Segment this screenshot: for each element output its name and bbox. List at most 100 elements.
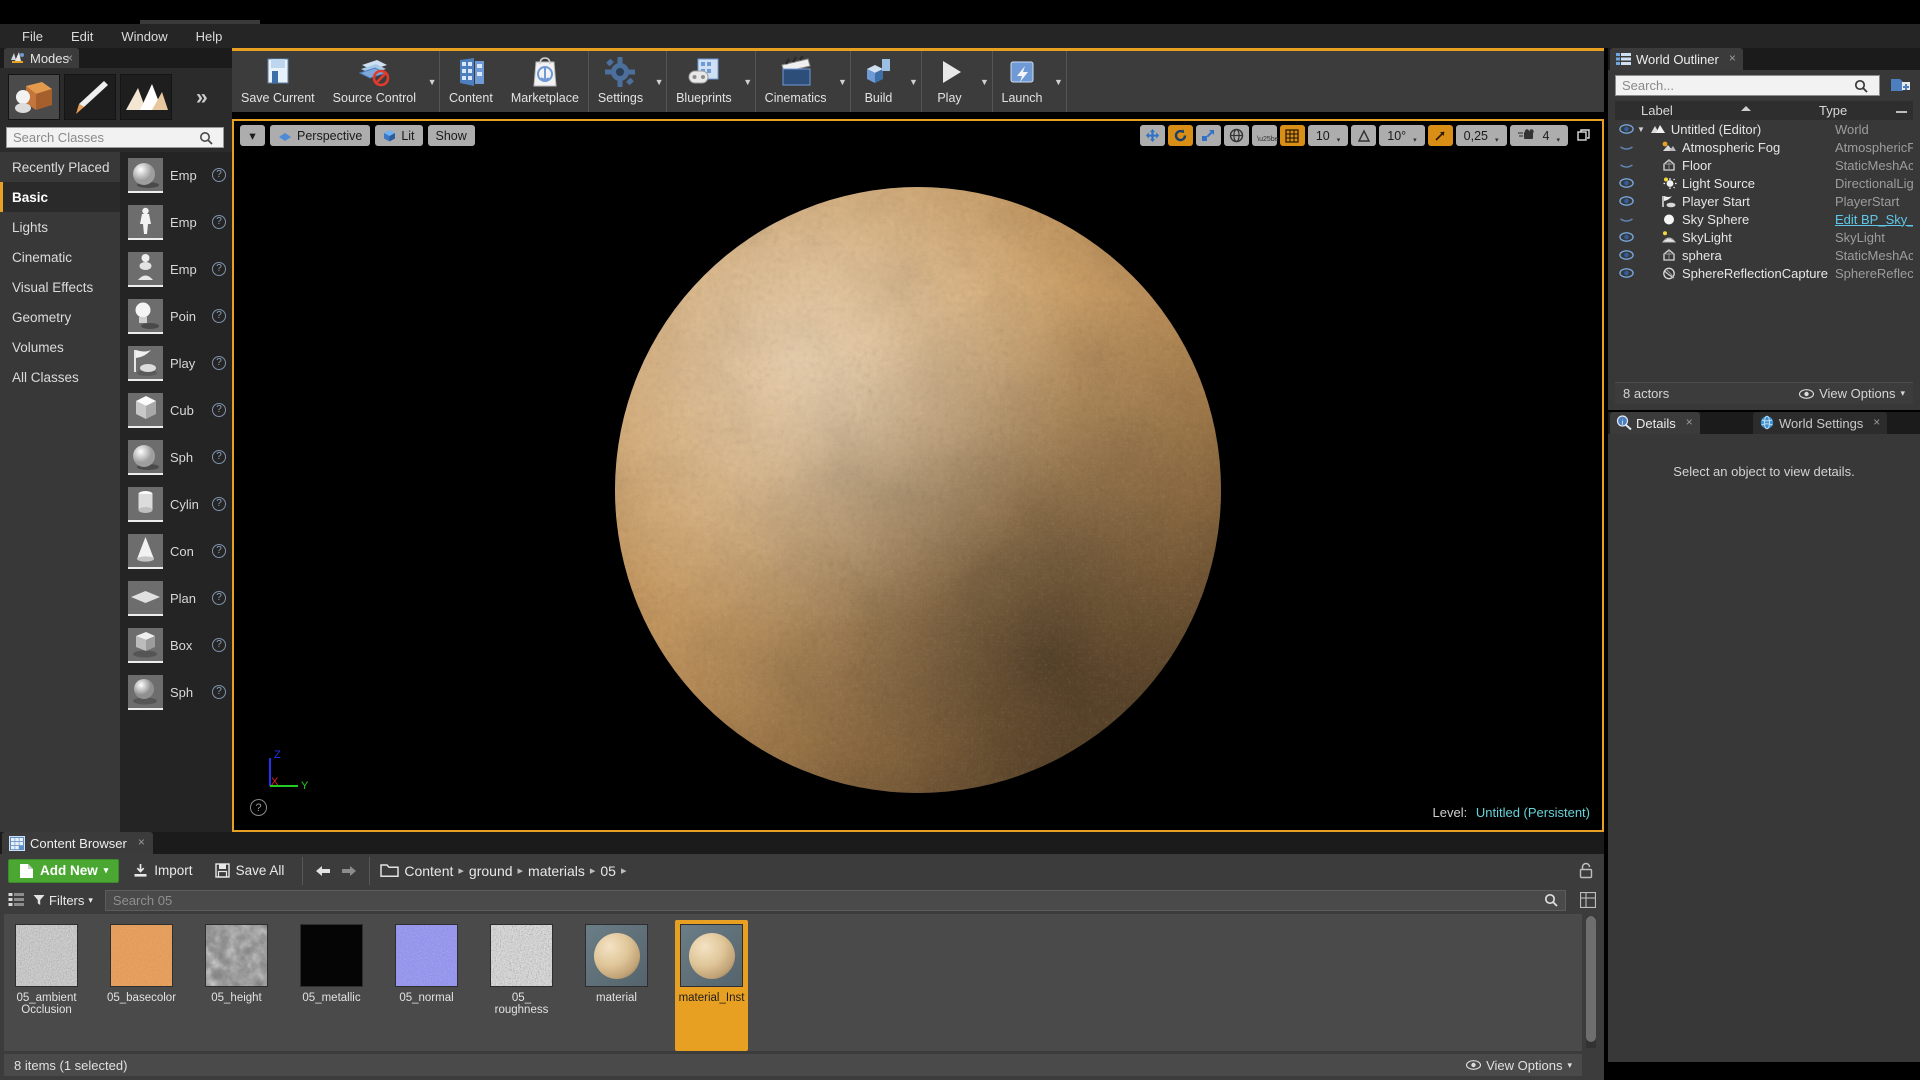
breadcrumb[interactable]: Content ▸ ground ▸ materials ▸ 05 ▸ [380,863,626,879]
import-button[interactable]: Import [125,859,200,883]
content-search-input[interactable] [112,892,1544,908]
nav-back-button[interactable] [313,859,333,883]
help-icon[interactable]: ? [212,215,226,229]
outliner-row[interactable]: SphereReflectionCapture SphereReflecti [1615,264,1913,282]
close-icon[interactable]: × [66,51,73,65]
scale-snap-toggle[interactable] [1427,125,1453,146]
toolbar-play-button[interactable]: Play [922,51,978,112]
placeable-item[interactable]: Play? [120,340,232,387]
menu-edit[interactable]: Edit [57,27,107,46]
toolbar-settings-button[interactable]: Settings [589,51,652,112]
category-all-classes[interactable]: All Classes [0,362,120,392]
grid-snap-value[interactable]: 10 ▾ [1307,125,1349,146]
tab-world-outliner[interactable]: World Outliner × [1610,48,1743,70]
maximize-viewport-button[interactable] [1571,125,1596,146]
visibility-toggle-icon[interactable] [1615,142,1637,152]
angle-snap-toggle[interactable] [1351,125,1377,146]
placeable-item[interactable]: Sph? [120,434,232,481]
outliner-row[interactable]: Floor StaticMeshAct [1615,156,1913,174]
chevron-down-icon[interactable]: ▾ [1495,136,1499,144]
close-icon[interactable]: × [1873,415,1880,429]
visibility-toggle-icon[interactable] [1615,250,1637,260]
search-classes-field[interactable] [6,127,224,148]
help-icon[interactable]: ? [212,591,226,605]
help-icon[interactable]: ? [212,497,226,511]
outliner-row[interactable]: SkyLight SkyLight [1615,228,1913,246]
save-all-button[interactable]: Save All [207,859,293,883]
chevron-down-icon[interactable]: ▼ [907,51,921,112]
outliner-search-input[interactable] [1622,78,1854,93]
breadcrumb-item[interactable]: ground [469,863,513,879]
toolbar-save-current-button[interactable]: Save Current [232,51,324,112]
add-new-button[interactable]: Add New ▾ [8,858,120,883]
breadcrumb-item[interactable]: 05 [600,863,616,879]
expander-icon[interactable]: ▼ [1637,125,1645,134]
sources-panel-icon[interactable] [8,892,25,908]
asset-grid-scrollbar[interactable] [1586,916,1596,1048]
outliner-row[interactable]: Sky Sphere Edit BP_Sky_S [1615,210,1913,228]
placeable-item[interactable]: Box? [120,622,232,669]
outliner-row[interactable]: ▼ Untitled (Editor) World [1615,120,1913,138]
tab-details[interactable]: i Details × [1610,412,1700,434]
visibility-toggle-icon[interactable] [1615,160,1637,170]
category-lights[interactable]: Lights [0,212,120,242]
chevron-down-icon[interactable]: ▼ [836,51,850,112]
toolbar-marketplace-button[interactable]: Marketplace [502,51,588,112]
placeable-items-list[interactable]: Emp? Emp? Emp? Poin? Play? Cub? Sph? Cylin? Con?… [120,152,232,846]
angle-snap-value[interactable]: 10° ▾ [1379,125,1425,146]
rotate-tool-button[interactable] [1167,125,1193,146]
chevron-down-icon[interactable]: \u25be [1257,136,1278,143]
help-icon[interactable]: ? [212,685,226,699]
chevron-down-icon[interactable]: ▾ [1337,136,1341,144]
visibility-toggle-icon[interactable] [1615,196,1637,206]
column-label[interactable]: Label [1615,103,1815,118]
placeable-item[interactable]: Emp? [120,152,232,199]
outliner-row[interactable]: sphera StaticMeshAct [1615,246,1913,264]
placeable-item[interactable]: Sph? [120,669,232,716]
placeable-item[interactable]: Cub? [120,387,232,434]
placeable-item[interactable]: Plan? [120,575,232,622]
help-icon[interactable]: ? [212,309,226,323]
outliner-search-field[interactable] [1615,75,1880,96]
lighting-mode-button[interactable]: Lit [375,125,423,146]
grid-snap-toggle[interactable] [1279,125,1305,146]
toolbar-cinematics-button[interactable]: Cinematics [756,51,836,112]
tab-content-browser[interactable]: Content Browser × [2,832,153,854]
category-volumes[interactable]: Volumes [0,332,120,362]
menu-window[interactable]: Window [107,27,181,46]
asset-tile[interactable]: 05_height [200,920,273,1051]
toolbar-blueprints-button[interactable]: Blueprints [667,51,741,112]
help-icon[interactable]: ? [212,403,226,417]
toolbar-launch-button[interactable]: Launch [993,51,1052,112]
toolbar-build-button[interactable]: Build [851,51,907,112]
close-icon[interactable]: × [138,835,145,849]
chevron-down-icon[interactable]: ▼ [652,51,666,112]
sphere-mesh-preview[interactable] [615,187,1221,793]
outliner-add-button[interactable] [1890,74,1912,95]
scale-snap-value[interactable]: 0,25 ▾ [1455,125,1507,146]
category-cinematic[interactable]: Cinematic [0,242,120,272]
viewport-help-icon[interactable]: ? [250,799,267,816]
chevron-down-icon[interactable]: ▼ [425,51,439,112]
placeable-item[interactable]: Con? [120,528,232,575]
toolbar-content-button[interactable]: Content [440,51,502,112]
help-icon[interactable]: ? [212,356,226,370]
placeable-item[interactable]: Emp? [120,199,232,246]
asset-tile[interactable]: 05_ambient Occlusion [10,920,83,1051]
outliner-row-list[interactable]: ▼ Untitled (Editor) World Atmospheric Fog At… [1615,120,1913,370]
help-icon[interactable]: ? [212,262,226,276]
chevron-down-icon[interactable]: ▾ [1413,136,1417,144]
camera-speed-control[interactable]: 4 ▾ [1509,125,1568,146]
category-geometry[interactable]: Geometry [0,302,120,332]
viewport-options-button[interactable]: ▾ [240,125,265,146]
level-name[interactable]: Untitled (Persistent) [1476,805,1590,820]
asset-tile[interactable]: 05_ roughness [485,920,558,1051]
toolbar-source-control-button[interactable]: Source Control [324,51,425,112]
placeable-item[interactable]: Cylin? [120,481,232,528]
outliner-view-options-button[interactable]: View Options ▾ [1799,386,1905,401]
viewport-canvas[interactable]: Z Y X ? Level: Untitled (Persistent) [234,150,1602,830]
paint-mode-button[interactable] [64,74,116,120]
breadcrumb-item[interactable]: Content [404,863,453,879]
place-mode-button[interactable] [8,74,60,120]
scale-tool-button[interactable] [1195,125,1221,146]
